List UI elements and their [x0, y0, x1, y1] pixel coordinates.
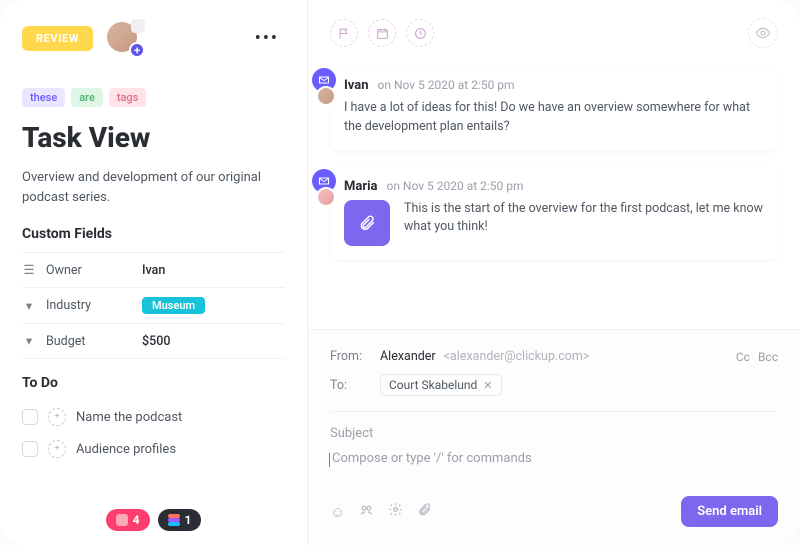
app-window: REVIEW + ••• these are tags Task View Ov…	[0, 0, 800, 545]
dropdown-icon: ▾	[22, 298, 36, 314]
comment-header: Maria on Nov 5 2020 at 2:50 pm	[344, 179, 764, 194]
comment-timestamp: on Nov 5 2020 at 2:50 pm	[378, 78, 515, 92]
composer-toolbar: ☺ Send email	[330, 496, 778, 527]
body-input[interactable]: Compose or type '/' for commands	[330, 451, 778, 466]
recipient-chip[interactable]: Court Skabelund ✕	[380, 374, 502, 396]
task-description[interactable]: Overview and development of our original…	[22, 168, 285, 208]
assignee-avatar[interactable]: +	[107, 22, 139, 54]
add-assignee-icon[interactable]: +	[129, 42, 145, 58]
remove-recipient-icon[interactable]: ✕	[483, 379, 492, 392]
tag[interactable]: are	[71, 88, 103, 107]
calendar-icon[interactable]	[368, 19, 396, 47]
integration-icon	[116, 514, 128, 526]
from-name: Alexander	[380, 349, 436, 364]
tag[interactable]: tags	[109, 88, 147, 107]
comment: Ivan on Nov 5 2020 at 2:50 pm I have a l…	[330, 66, 778, 151]
comment-timestamp: on Nov 5 2020 at 2:50 pm	[386, 179, 523, 193]
from-label: From:	[330, 349, 372, 364]
comment-author: Ivan	[344, 78, 369, 93]
owner-icon: ☰	[22, 262, 36, 278]
integration-chip[interactable]: 4	[106, 509, 150, 531]
settings-icon[interactable]	[388, 502, 403, 521]
field-industry[interactable]: ▾ Industry Museum	[22, 288, 285, 324]
mention-icon[interactable]	[359, 502, 374, 521]
field-value: $500	[142, 334, 170, 349]
comment-author: Maria	[344, 179, 378, 194]
custom-fields-list: ☰ Owner Ivan ▾ Industry Museum ▾ Budget …	[22, 252, 285, 359]
to-row[interactable]: To: Court Skabelund ✕	[330, 369, 778, 401]
tag[interactable]: these	[22, 88, 65, 107]
to-label: To:	[330, 378, 372, 393]
from-email: <alexander@clickup.com>	[444, 349, 590, 364]
cc-button[interactable]: Cc	[736, 350, 750, 364]
figma-icon	[168, 514, 180, 526]
comment-body: I have a lot of ideas for this! Do we ha…	[344, 99, 764, 137]
comment-header: Ivan on Nov 5 2020 at 2:50 pm	[344, 78, 764, 93]
chip-count: 4	[133, 513, 140, 527]
tags-row: these are tags	[22, 88, 285, 107]
assign-icon[interactable]: +	[48, 408, 66, 426]
comment-avatar	[316, 187, 336, 207]
field-budget[interactable]: ▾ Budget $500	[22, 324, 285, 359]
field-value: Ivan	[142, 263, 165, 278]
email-composer: From: Alexander <alexander@clickup.com> …	[308, 329, 800, 545]
comment-body: This is the start of the overview for th…	[404, 200, 764, 238]
field-label: Owner	[46, 263, 132, 278]
field-owner[interactable]: ☰ Owner Ivan	[22, 253, 285, 288]
field-label: Budget	[46, 334, 132, 349]
comment: Maria on Nov 5 2020 at 2:50 pm This is t…	[330, 167, 778, 260]
subject-input[interactable]: Subject	[330, 422, 778, 451]
right-panel: Ivan on Nov 5 2020 at 2:50 pm I have a l…	[308, 0, 800, 545]
from-row: From: Alexander <alexander@clickup.com> …	[330, 344, 778, 369]
assign-icon[interactable]: +	[48, 440, 66, 458]
watch-icon[interactable]	[748, 18, 778, 48]
comments-section: Ivan on Nov 5 2020 at 2:50 pm I have a l…	[308, 66, 800, 276]
comment-avatar	[316, 86, 336, 106]
checkbox[interactable]	[22, 409, 38, 425]
dropdown-icon: ▾	[22, 333, 36, 349]
todo-list: + Name the podcast + Audience profiles	[22, 401, 285, 465]
comment-bubble-icon	[131, 19, 145, 33]
flag-icon[interactable]	[330, 19, 358, 47]
field-value-chip: Museum	[142, 297, 205, 314]
status-pill[interactable]: REVIEW	[22, 26, 93, 51]
emoji-icon[interactable]: ☺	[330, 503, 345, 521]
time-icon[interactable]	[406, 19, 434, 47]
chip-count: 1	[185, 513, 192, 527]
todo-item[interactable]: + Audience profiles	[22, 433, 285, 465]
todo-item[interactable]: + Name the podcast	[22, 401, 285, 433]
send-email-button[interactable]: Send email	[681, 496, 778, 527]
bcc-button[interactable]: Bcc	[758, 350, 778, 364]
left-footer: 4 1	[22, 495, 285, 545]
attachment-icon[interactable]	[344, 200, 390, 246]
todo-label: Name the podcast	[76, 410, 182, 425]
more-menu-icon[interactable]: •••	[249, 28, 285, 49]
todo-label: Audience profiles	[76, 442, 176, 457]
todo-heading: To Do	[22, 375, 285, 391]
attach-icon[interactable]	[417, 502, 432, 521]
left-topbar: REVIEW + •••	[22, 22, 285, 54]
task-title[interactable]: Task View	[22, 121, 285, 154]
right-topbar	[308, 0, 800, 66]
custom-fields-heading: Custom Fields	[22, 226, 285, 242]
field-label: Industry	[46, 298, 132, 313]
figma-chip[interactable]: 1	[158, 509, 202, 531]
recipient-name: Court Skabelund	[389, 378, 477, 392]
divider	[330, 411, 778, 412]
checkbox[interactable]	[22, 441, 38, 457]
left-panel: REVIEW + ••• these are tags Task View Ov…	[0, 0, 308, 545]
